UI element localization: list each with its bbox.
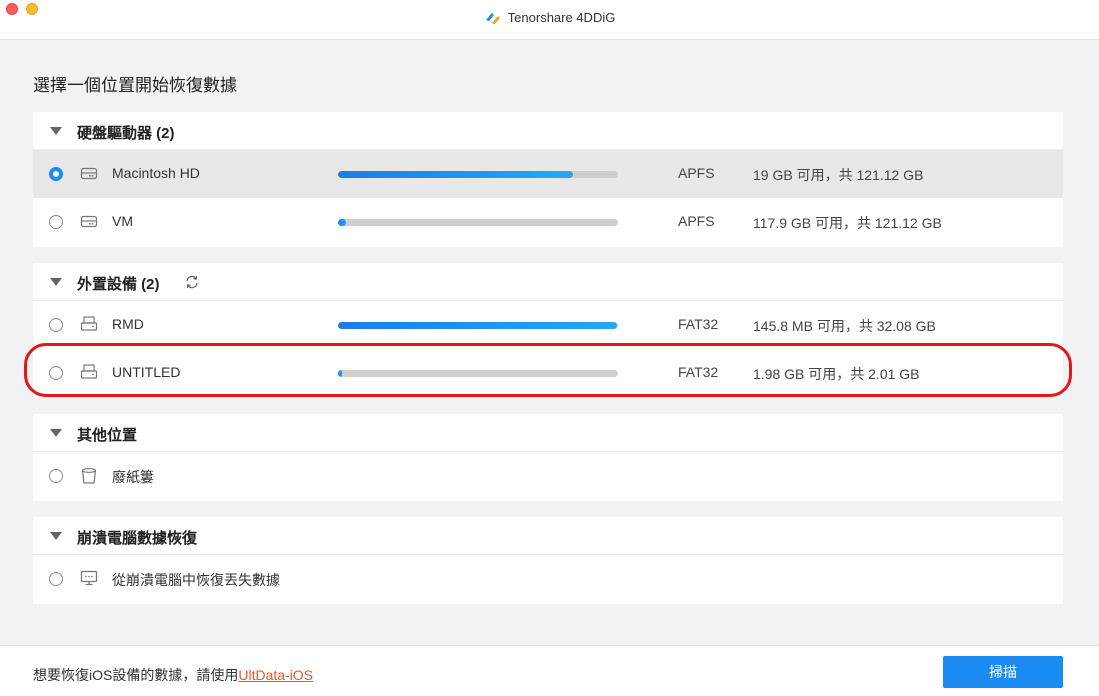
radio-button[interactable] xyxy=(49,366,63,380)
radio-button[interactable] xyxy=(49,167,63,181)
file-system: APFS xyxy=(678,213,715,229)
collapse-caret-icon[interactable] xyxy=(50,532,62,540)
usage-bar xyxy=(338,370,618,377)
file-system: FAT32 xyxy=(678,364,719,380)
trash-icon xyxy=(80,467,98,490)
drive-row-vm[interactable]: VM APFS 117.9 GB 可用，共 121.12 GB xyxy=(33,198,1063,246)
section-label: 其他位置 xyxy=(77,427,138,444)
section-label: 外置設備 (2) xyxy=(77,276,160,293)
other-locations-section: 其他位置 廢紙簍 xyxy=(33,414,1063,501)
capacity: 1.98 GB 可用，共 2.01 GB xyxy=(753,366,920,382)
section-label: 硬盤驅動器 (2) xyxy=(77,125,175,142)
external-drive-icon xyxy=(80,364,98,385)
file-system: APFS xyxy=(678,165,715,181)
other-locations-header[interactable]: 其他位置 xyxy=(33,414,1063,452)
usage-bar-fill xyxy=(338,322,617,329)
usage-bar xyxy=(338,219,618,226)
location-row-trash[interactable]: 廢紙簍 xyxy=(33,452,1063,500)
drive-name: Macintosh HD xyxy=(112,165,200,181)
title-bar: Tenorshare 4DDiG xyxy=(0,0,1099,40)
capacity: 19 GB 可用，共 121.12 GB xyxy=(753,167,924,183)
drive-row-macintosh-hd[interactable]: Macintosh HD APFS 19 GB 可用，共 121.12 GB xyxy=(33,150,1063,198)
radio-button[interactable] xyxy=(49,469,63,483)
usage-bar-fill xyxy=(338,370,343,377)
drive-row-rmd[interactable]: RMD FAT32 145.8 MB 可用，共 32.08 GB xyxy=(33,301,1063,349)
drive-name: VM xyxy=(112,213,133,229)
usage-bar xyxy=(338,171,618,178)
ios-hint-text: 想要恢復iOS設備的數據，請使用 xyxy=(33,667,239,683)
hard-drives-section: 硬盤驅動器 (2) Macintosh HD APFS 19 GB 可用，共 1… xyxy=(33,112,1063,247)
usage-bar-fill xyxy=(338,219,347,226)
radio-button[interactable] xyxy=(49,215,63,229)
location-row-crash-recovery[interactable]: 從崩潰電腦中恢復丟失數據 xyxy=(33,555,1063,603)
radio-button[interactable] xyxy=(49,318,63,332)
usage-bar-fill xyxy=(338,171,574,178)
external-devices-header[interactable]: 外置設備 (2) xyxy=(33,263,1063,301)
crash-recovery-header[interactable]: 崩潰電腦數據恢復 xyxy=(33,517,1063,555)
location-name: 從崩潰電腦中恢復丟失數據 xyxy=(112,572,280,588)
collapse-caret-icon[interactable] xyxy=(50,429,62,437)
monitor-icon xyxy=(80,570,98,591)
external-devices-section: 外置設備 (2) RMD FAT32 145.8 MB 可用，共 32.08 G… xyxy=(33,263,1063,398)
page-title: 選擇一個位置開始恢復數據 xyxy=(33,76,237,95)
refresh-icon[interactable] xyxy=(184,274,200,295)
main-content: 選擇一個位置開始恢復數據 硬盤驅動器 (2) Macintosh HD APFS… xyxy=(0,40,1099,645)
file-system: FAT32 xyxy=(678,316,719,332)
capacity: 117.9 GB 可用，共 121.12 GB xyxy=(753,215,942,231)
app-logo-icon xyxy=(484,10,502,29)
window-title: Tenorshare 4DDiG xyxy=(0,10,1099,29)
app-title-text: Tenorshare 4DDiG xyxy=(507,10,616,25)
drive-name: UNTITLED xyxy=(112,364,181,380)
crash-recovery-section: 崩潰電腦數據恢復 從崩潰電腦中恢復丟失數據 xyxy=(33,517,1063,604)
footer-bar: 想要恢復iOS設備的數據，請使用UltData-iOS 掃描 xyxy=(0,645,1099,696)
ios-hint: 想要恢復iOS設備的數據，請使用UltData-iOS xyxy=(33,665,313,685)
hard-drive-icon xyxy=(80,213,98,234)
drive-name: RMD xyxy=(112,316,144,332)
usage-bar xyxy=(338,322,618,329)
scan-button[interactable]: 掃描 xyxy=(943,656,1063,688)
drive-row-untitled[interactable]: UNTITLED FAT32 1.98 GB 可用，共 2.01 GB xyxy=(33,349,1063,397)
radio-button[interactable] xyxy=(49,572,63,586)
section-label: 崩潰電腦數據恢復 xyxy=(77,530,198,547)
collapse-caret-icon[interactable] xyxy=(50,278,62,286)
collapse-caret-icon[interactable] xyxy=(50,127,62,135)
external-drive-icon xyxy=(80,316,98,337)
ultdata-ios-link[interactable]: UltData-iOS xyxy=(238,667,313,683)
capacity: 145.8 MB 可用，共 32.08 GB xyxy=(753,318,936,334)
location-name: 廢紙簍 xyxy=(112,469,154,485)
hard-drive-icon xyxy=(80,165,98,186)
hard-drives-header[interactable]: 硬盤驅動器 (2) xyxy=(33,112,1063,150)
